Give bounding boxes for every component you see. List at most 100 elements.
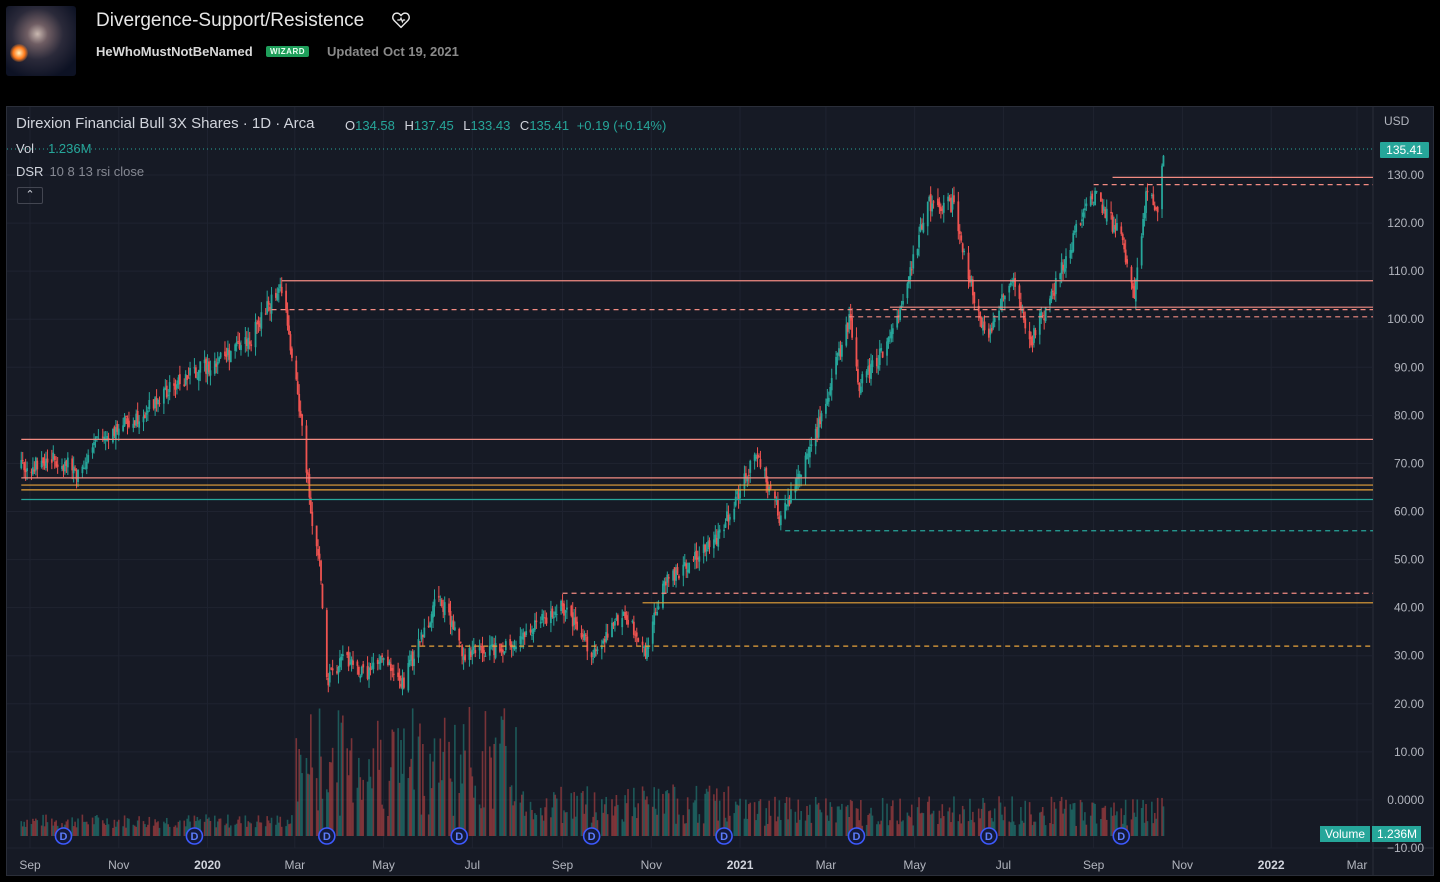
volume-bar [515, 727, 517, 836]
volume-bar [356, 787, 359, 836]
volume-bar [216, 821, 219, 836]
candle-body [320, 560, 322, 581]
volume-bar [769, 815, 772, 836]
candle-body [922, 222, 925, 233]
candle-body [158, 403, 161, 405]
volume-bar [582, 791, 584, 836]
volume-bar [926, 801, 929, 836]
volume-bar [298, 748, 300, 836]
candle-body [705, 549, 708, 552]
volume-bar [603, 804, 606, 836]
candle-body [398, 675, 401, 681]
volume-bar [206, 818, 209, 836]
candle-body [1019, 302, 1022, 310]
volume-bar [865, 824, 868, 836]
volume-bar [155, 822, 158, 836]
volume-bar [870, 807, 872, 836]
volume-bar [635, 818, 638, 836]
volume-bar [1081, 802, 1083, 836]
volume-bar [1162, 806, 1165, 836]
candle-body [841, 344, 843, 357]
volume-legend[interactable]: Vol 1.236M [16, 141, 91, 156]
volume-bar [765, 808, 768, 836]
volume-bar [1034, 821, 1037, 836]
candle-body [1072, 233, 1075, 252]
volume-bar [830, 806, 833, 836]
candle-body [891, 328, 894, 334]
candle-body [926, 201, 929, 227]
candle-body [237, 341, 239, 343]
heart-icon[interactable] [390, 9, 412, 31]
volume-bar [280, 826, 283, 836]
candle-body [776, 499, 779, 516]
indicator-legend[interactable]: DSR 10 8 13 rsi close [16, 164, 144, 179]
volume-bar [347, 775, 350, 836]
candle-body [423, 627, 426, 638]
volume-bar [349, 750, 351, 836]
collapse-legend-button[interactable]: ⌃ [17, 187, 43, 204]
volume-bar [1085, 824, 1088, 836]
volume-bar [656, 814, 658, 836]
volume-bar [871, 815, 874, 836]
price-axis-tick-label: 130.00 [1387, 168, 1424, 182]
volume-bar [794, 811, 797, 836]
price-axis-tick-label: 60.00 [1394, 505, 1424, 519]
volume-bar [317, 810, 319, 836]
time-axis-tick-label: May [903, 858, 926, 872]
candle-body [998, 310, 1000, 321]
volume-bar [682, 815, 685, 836]
volume-bar [876, 824, 878, 836]
symbol-title[interactable]: Direxion Financial Bull 3X Shares · 1D ·… [16, 115, 314, 132]
volume-bar [663, 813, 666, 836]
indicator-params: 10 8 13 rsi close [49, 164, 145, 179]
volume-bar [1084, 812, 1086, 836]
volume-bar [566, 812, 568, 836]
volume-bar [953, 796, 955, 836]
candle-body [356, 661, 359, 666]
volume-bar [564, 812, 567, 836]
volume-bar [51, 818, 53, 836]
volume-bar [889, 820, 891, 836]
volume-bar [1132, 799, 1134, 836]
volume-bar [443, 717, 446, 836]
volume-bar [72, 826, 75, 836]
candle-body [209, 370, 212, 376]
candle-body [647, 646, 650, 649]
volume-bar [698, 814, 701, 836]
candle-body [1121, 234, 1124, 241]
volume-bar [1030, 814, 1032, 836]
volume-bar [1104, 805, 1107, 836]
price-chart[interactable]: D D D D D D D D D 130.00 120.00 110.00 100.00 90.00 80… [6, 106, 1434, 876]
candle-body [584, 634, 587, 636]
candle-body [138, 421, 141, 428]
candle-body [878, 348, 881, 365]
volume-bar [550, 817, 552, 836]
volume-bar [429, 753, 431, 836]
volume-bar [40, 825, 43, 836]
candle-body [657, 606, 660, 609]
volume-bar [555, 798, 558, 836]
volume-bar [960, 823, 963, 836]
candle-body [627, 619, 629, 625]
volume-bar [697, 822, 699, 836]
chart-canvas[interactable]: D D D D D D D D D 130.00 120.00 110.00 100.00 90.00 80… [7, 107, 1434, 876]
volume-bar [534, 813, 536, 836]
price-axis-tick-label: 0.0000 [1387, 793, 1424, 807]
candle-body [186, 375, 189, 381]
candle-body [708, 540, 711, 548]
volume-bar [122, 826, 124, 836]
volume-bar [1053, 802, 1056, 836]
volume-bar [890, 806, 893, 836]
volume-bar [519, 802, 522, 836]
volume-bar [45, 814, 47, 836]
currency-label[interactable]: USD [1384, 114, 1409, 128]
volume-bar [651, 806, 654, 836]
volume-bar [573, 792, 575, 836]
volume-bar [973, 822, 976, 836]
volume-bar [1044, 825, 1047, 836]
candle-body [1162, 155, 1165, 167]
candle-body [311, 511, 314, 527]
author-name[interactable]: HeWhoMustNotBeNamed [96, 44, 253, 59]
author-avatar[interactable] [6, 6, 76, 76]
volume-bar [359, 777, 362, 836]
